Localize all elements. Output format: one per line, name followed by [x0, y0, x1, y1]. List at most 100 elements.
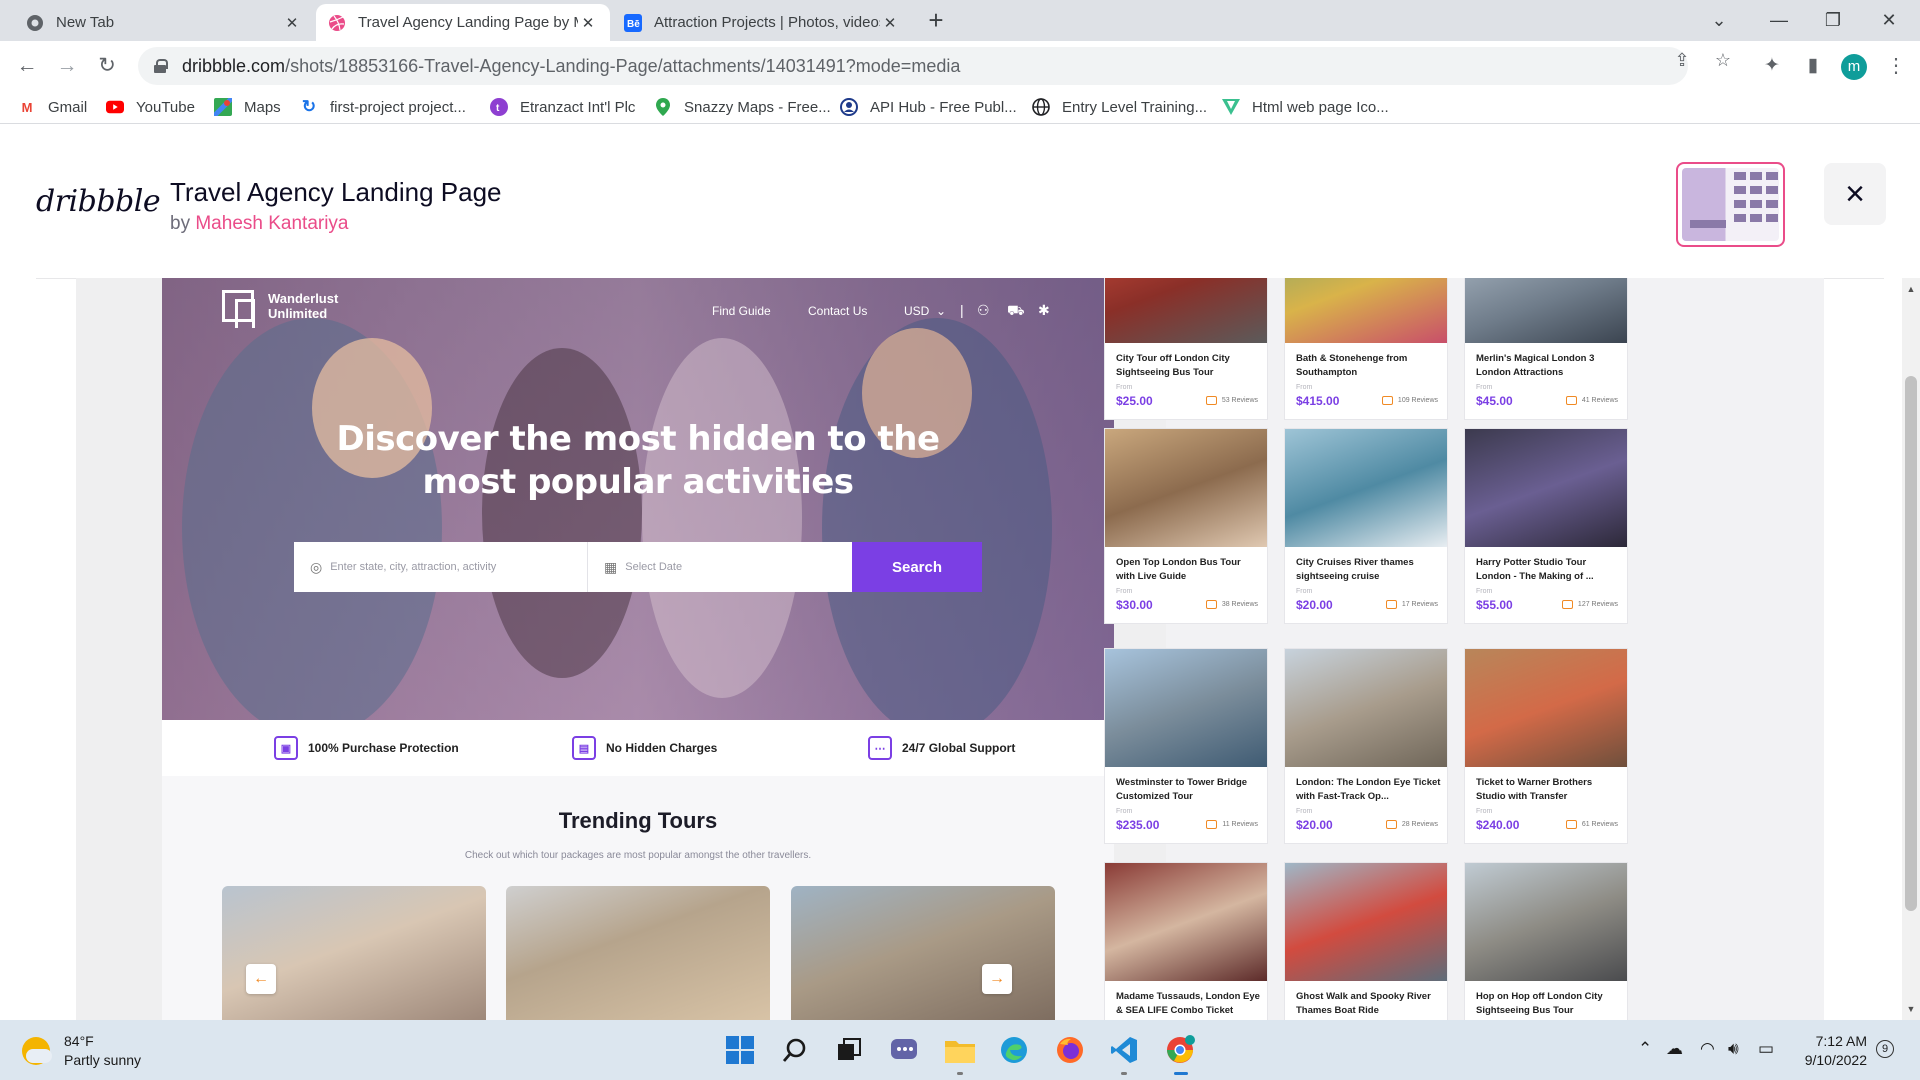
forward-arrow-icon[interactable]: →	[52, 51, 82, 81]
tour-card-name: Open Top London Bus Tour with Live Guide	[1116, 557, 1241, 582]
firefox-icon[interactable]	[1050, 1030, 1090, 1070]
tour-card: Ticket to Warner Brothers Studio with Tr…	[1464, 648, 1628, 844]
shot-image: Wanderlust Unlimited Find Guide Contact U…	[76, 278, 1824, 1020]
teams-chat-icon[interactable]	[884, 1030, 924, 1070]
hero-photo-person	[482, 348, 642, 678]
scroll-up-icon[interactable]: ▲	[1904, 284, 1918, 298]
comment-icon	[1565, 820, 1577, 829]
close-tab-icon[interactable]: ✕	[880, 14, 900, 32]
onedrive-cloud-icon[interactable]: ☁	[1666, 1039, 1683, 1059]
tour-card-name: Westminster to Tower Bridge Customized T…	[1116, 777, 1248, 802]
close-tab-icon[interactable]: ✕	[578, 14, 598, 32]
battery-icon[interactable]: ▭	[1758, 1039, 1774, 1059]
tour-card-name: Ticket to Warner Brothers Studio with Tr…	[1476, 777, 1593, 802]
bookmark-gmail[interactable]: M Gmail	[18, 95, 88, 119]
tab-dribbble-shot[interactable]: Travel Agency Landing Page by M ✕	[316, 4, 610, 41]
new-tab-button[interactable]: +	[921, 6, 951, 36]
tour-card: Ghost Walk and Spooky River Thames Boat …	[1284, 862, 1448, 1020]
tour-card: Hop on Hop off London City Sightseeing B…	[1464, 862, 1628, 1020]
bookmark-label: first-project project...	[330, 98, 466, 116]
bookmark-html-icons[interactable]: Html web page Ico...	[1222, 95, 1389, 119]
windows-taskbar: 84°F Partly sunny ⌃ ☁ ◠ 🔊︎ ▭ 7:12 AM 9/1…	[0, 1020, 1920, 1080]
minimize-icon[interactable]: —	[1764, 6, 1794, 34]
share-icon[interactable]: ⇪	[1671, 50, 1693, 72]
clock-time: 7:12 AM	[1815, 1033, 1867, 1049]
tab-behance[interactable]: Bē Attraction Projects | Photos, videos …	[612, 4, 912, 41]
file-explorer-icon[interactable]	[940, 1030, 980, 1070]
author-link[interactable]: Mahesh Kantariya	[195, 213, 348, 234]
tour-card-price: $240.00	[1476, 818, 1520, 832]
close-shot-button[interactable]: ×	[1824, 163, 1886, 225]
restore-icon[interactable]: ❐	[1818, 6, 1848, 34]
scroll-down-icon[interactable]: ▼	[1904, 1004, 1918, 1018]
wallet-icon: ▤	[572, 736, 596, 760]
reviews-count: 127 Reviews	[1577, 601, 1618, 608]
brand-logo-icon	[222, 290, 255, 328]
bookmark-snazzy-maps[interactable]: Snazzy Maps - Free...	[654, 95, 831, 119]
side-panel-icon[interactable]: ▮	[1801, 54, 1825, 78]
reload-icon[interactable]: ↻	[92, 51, 122, 81]
url-host: dribbble.com	[182, 55, 286, 76]
back-arrow-icon[interactable]: ←	[12, 51, 42, 81]
mock-nav: Wanderlust Unlimited Find Guide Contact U…	[162, 290, 1114, 328]
chrome-menu-icon[interactable]: ⋮	[1886, 53, 1906, 79]
bookmark-entry-level[interactable]: Entry Level Training...	[1032, 95, 1207, 119]
trending-subtitle: Check out which tour packages are most p…	[464, 850, 812, 861]
tour-card: City Cruises River thames sightseeing cr…	[1284, 428, 1448, 624]
chrome-icon	[26, 14, 44, 32]
system-clock[interactable]: 7:12 AM 9/10/2022	[1795, 1032, 1867, 1070]
chat-icon: ⋯	[868, 736, 892, 760]
puzzle-icon: ✱	[1038, 302, 1050, 318]
tour-card: London: The London Eye Ticket with Fast-…	[1284, 648, 1448, 844]
address-bar[interactable]: dribbble.com/shots/18853166-Travel-Agenc…	[138, 47, 1688, 85]
shot-title: Travel Agency Landing Page	[170, 177, 502, 207]
tour-card: Westminster to Tower Bridge Customized T…	[1104, 648, 1268, 844]
tour-card-price: $20.00	[1296, 598, 1333, 612]
windows-start-icon[interactable]	[720, 1030, 760, 1070]
tour-card-image	[1285, 429, 1447, 547]
divider: |	[960, 302, 964, 318]
scrollbar-thumb[interactable]	[1905, 376, 1917, 911]
vscode-icon[interactable]	[1104, 1030, 1144, 1070]
map-pin-icon	[654, 98, 672, 116]
bookmark-star-icon[interactable]: ☆	[1712, 50, 1734, 72]
profile-avatar[interactable]: m	[1841, 54, 1867, 80]
bookmark-etranzact[interactable]: t Etranzact Int'l Plc	[490, 95, 635, 119]
tour-card-name: City Tour off London City Sightseeing Bu…	[1116, 353, 1230, 378]
edge-icon[interactable]	[994, 1030, 1034, 1070]
chevron-up-icon[interactable]: ⌃	[1638, 1039, 1652, 1059]
tour-card-name: Bath & Stonehenge from Southampton	[1296, 353, 1408, 378]
attachment-thumbnail[interactable]	[1676, 162, 1785, 247]
bookmark-api-hub[interactable]: API Hub - Free Publ...	[840, 95, 1017, 119]
notification-count-badge[interactable]: 9	[1876, 1040, 1894, 1058]
search-icon[interactable]	[775, 1030, 815, 1070]
behance-icon: Bē	[624, 13, 642, 32]
dribbble-logo[interactable]: dribbble	[36, 184, 161, 219]
tour-card: City Tour off London City Sightseeing Bu…	[1104, 278, 1268, 420]
reviews-count: 17 Reviews	[1401, 601, 1438, 608]
weather-widget[interactable]: 84°F Partly sunny	[22, 1032, 141, 1070]
bookmark-label: Entry Level Training...	[1062, 98, 1208, 116]
bookmark-youtube[interactable]: YouTube	[106, 95, 195, 119]
close-tab-icon[interactable]: ✕	[282, 14, 302, 32]
tour-card-from-label: From	[1476, 808, 1493, 815]
tour-card-price: $25.00	[1116, 394, 1153, 408]
extensions-puzzle-icon[interactable]: ✦	[1760, 54, 1784, 78]
chrome-taskbar-icon[interactable]	[1160, 1030, 1200, 1070]
reviews-count: 53 Reviews	[1221, 397, 1258, 404]
shield-bag-icon: ▣	[274, 736, 298, 760]
tour-card-price: $235.00	[1116, 818, 1160, 832]
tour-card-reviews: 17 Reviews	[1385, 600, 1438, 609]
window-close-icon[interactable]: ✕	[1874, 6, 1904, 34]
tab-new-tab[interactable]: New Tab ✕	[14, 4, 314, 41]
bookmark-first-project[interactable]: ↻ first-project project...	[300, 95, 466, 119]
tour-card-image	[1465, 863, 1627, 981]
tab-search-chevron-icon[interactable]: ⌄	[1704, 6, 1734, 34]
bookmark-maps[interactable]: Maps	[214, 95, 281, 119]
mock-search-button: Search	[852, 542, 982, 592]
comment-icon	[1565, 396, 1577, 405]
wifi-icon[interactable]: ◠	[1700, 1039, 1715, 1059]
task-view-icon[interactable]	[829, 1030, 869, 1070]
volume-icon[interactable]: 🔊︎	[1728, 1039, 1739, 1059]
by-prefix: by	[170, 213, 191, 234]
